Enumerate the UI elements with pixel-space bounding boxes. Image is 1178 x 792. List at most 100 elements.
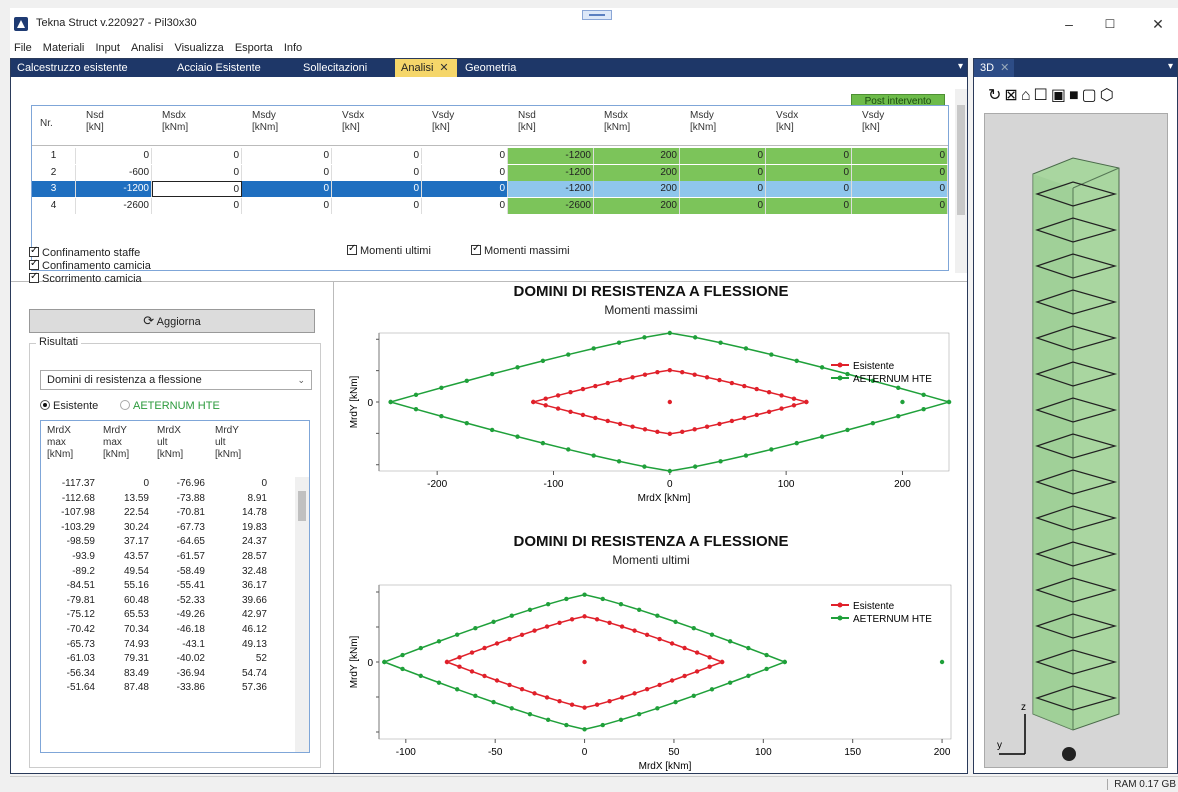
view-front-icon[interactable]: ☐ <box>1033 87 1050 104</box>
table-cell[interactable]: 0 <box>422 164 508 181</box>
table-cell[interactable]: 0 <box>766 148 852 164</box>
table-cell[interactable]: 0 <box>680 197 766 214</box>
results-row[interactable]: -112.68 13.59 -73.88 8.91 <box>41 492 293 507</box>
table-cell[interactable]: 0 <box>422 181 508 198</box>
results-row[interactable]: -93.9 43.57 -61.57 28.57 <box>41 550 293 565</box>
table-cell[interactable]: 0 <box>766 164 852 181</box>
results-row[interactable]: -56.34 83.49 -36.94 54.74 <box>41 667 293 682</box>
menu-materiali[interactable]: Materiali <box>39 40 89 54</box>
menu-file[interactable]: File <box>10 40 36 54</box>
table-row[interactable]: 1 0 0 0 0 0 -1200 200 0 0 0 <box>32 148 948 164</box>
table-cell[interactable]: 0 <box>422 197 508 214</box>
view-iso-icon[interactable]: ⊠ <box>1004 87 1020 104</box>
chk-confinamento-staffe[interactable]: Confinamento staffe <box>29 245 140 259</box>
menu-info[interactable]: Info <box>280 40 306 54</box>
table-cell[interactable]: 200 <box>594 197 680 214</box>
menu-analisi[interactable]: Analisi <box>127 40 167 54</box>
table-cell[interactable]: 0 <box>680 148 766 164</box>
view-top-icon[interactable]: ⌂ <box>1021 87 1034 104</box>
table-cell[interactable]: 0 <box>242 181 332 198</box>
results-row[interactable]: -98.59 37.17 -64.65 24.37 <box>41 535 293 550</box>
maximize-button[interactable]: ☐ <box>1101 16 1119 32</box>
table-cell[interactable]: 0 <box>152 197 242 214</box>
tab-3d[interactable]: 3D ✕ <box>974 59 1014 77</box>
table-cell[interactable]: 0 <box>242 197 332 214</box>
refresh-icon[interactable]: ↻ <box>988 87 1004 104</box>
table-cell[interactable]: 0 <box>152 164 242 181</box>
close-tab-icon[interactable]: ✕ <box>1000 62 1009 74</box>
results-row[interactable]: -61.03 79.31 -40.02 52 <box>41 652 293 667</box>
table-cell[interactable]: -2600 <box>76 197 152 214</box>
view-solid-icon[interactable]: ■ <box>1069 87 1082 104</box>
table-cell[interactable]: -1200 <box>508 148 594 164</box>
chk-momenti-massimi[interactable]: Momenti massimi <box>471 243 570 257</box>
view-wire-icon[interactable]: ▢ <box>1082 87 1100 104</box>
table-cell[interactable]: 0 <box>332 148 422 164</box>
view-side-icon[interactable]: ▣ <box>1051 87 1069 104</box>
table-cell[interactable]: 200 <box>594 181 680 198</box>
results-row[interactable]: -65.73 74.93 -43.1 49.13 <box>41 638 293 653</box>
tab-acciaio[interactable]: Acciaio Esistente <box>171 59 291 77</box>
scrollbar-thumb[interactable] <box>957 105 965 215</box>
scrollbar-thumb[interactable] <box>298 491 306 521</box>
tab-sollecitazioni[interactable]: Sollecitazioni <box>297 59 397 77</box>
chk-scorrimento-camicia[interactable]: Scorrimento camicia <box>29 271 142 285</box>
close-button[interactable]: ✕ <box>1149 16 1167 32</box>
table-cell[interactable]: 0 <box>152 181 242 198</box>
table-cell[interactable]: 200 <box>594 148 680 164</box>
minimize-button[interactable]: – <box>1060 16 1078 32</box>
results-scrollbar[interactable] <box>295 477 309 752</box>
table-cell[interactable]: 0 <box>152 148 242 164</box>
results-row[interactable]: -70.42 70.34 -46.18 46.12 <box>41 623 293 638</box>
results-row[interactable]: -75.12 65.53 -49.26 42.97 <box>41 608 293 623</box>
table-cell[interactable]: 0 <box>76 148 152 164</box>
radio-esistente[interactable]: Esistente <box>40 400 98 412</box>
table-cell[interactable]: 1 <box>32 148 76 164</box>
close-tab-icon[interactable]: ✕ <box>439 62 448 74</box>
table-cell[interactable]: -1200 <box>508 181 594 198</box>
table-cell[interactable]: 0 <box>332 164 422 181</box>
chk-momenti-ultimi[interactable]: Momenti ultimi <box>347 243 431 257</box>
table-cell[interactable]: 0 <box>422 148 508 164</box>
table-cell[interactable]: 0 <box>242 148 332 164</box>
pin-icon[interactable]: ▾ <box>958 61 963 72</box>
results-row[interactable]: -51.64 87.48 -33.86 57.36 <box>41 681 293 696</box>
table-row[interactable]: 3 -1200 0 0 0 0 -1200 200 0 0 0 <box>32 181 948 198</box>
table-cell[interactable]: 0 <box>332 181 422 198</box>
loads-table-scrollbar[interactable] <box>955 89 967 273</box>
radio-aeternum[interactable]: AETERNUM HTE <box>120 400 220 412</box>
results-row[interactable]: -89.2 49.54 -58.49 32.48 <box>41 565 293 580</box>
table-cell[interactable]: 2 <box>32 164 76 181</box>
restore-layout-icon[interactable] <box>582 10 612 20</box>
menu-esporta[interactable]: Esporta <box>231 40 277 54</box>
tab-geometria[interactable]: Geometria <box>459 59 549 77</box>
results-row[interactable]: -117.37 0 -76.96 0 <box>41 477 293 492</box>
table-cell[interactable]: 0 <box>852 164 948 181</box>
table-cell[interactable]: 0 <box>680 181 766 198</box>
table-cell[interactable]: -2600 <box>508 197 594 214</box>
table-cell[interactable]: 0 <box>852 197 948 214</box>
table-cell[interactable]: 0 <box>680 164 766 181</box>
table-cell[interactable]: 0 <box>852 148 948 164</box>
results-row[interactable]: -79.81 60.48 -52.33 39.66 <box>41 594 293 609</box>
tab-analisi[interactable]: Analisi ✕ <box>395 59 457 77</box>
table-cell[interactable]: 0 <box>852 181 948 198</box>
table-cell[interactable]: -1200 <box>76 181 152 198</box>
pin-icon[interactable]: ▾ <box>1168 61 1173 72</box>
table-row[interactable]: 2 -600 0 0 0 0 -1200 200 0 0 0 <box>32 164 948 181</box>
table-cell[interactable]: 0 <box>332 197 422 214</box>
results-combo[interactable]: Domini di resistenza a flessione ⌄ <box>40 370 312 390</box>
aggiorna-button[interactable]: ⟳ Aggiorna <box>29 309 315 333</box>
table-row[interactable]: 4 -2600 0 0 0 0 -2600 200 0 0 0 <box>32 197 948 214</box>
menu-input[interactable]: Input <box>91 40 123 54</box>
view3d-canvas[interactable]: y z <box>984 113 1168 768</box>
table-cell[interactable]: -1200 <box>508 164 594 181</box>
table-cell[interactable]: 0 <box>242 164 332 181</box>
table-cell[interactable]: 3 <box>32 181 76 198</box>
table-cell[interactable]: 0 <box>766 197 852 214</box>
table-cell[interactable]: 4 <box>32 197 76 214</box>
table-cell[interactable]: 0 <box>766 181 852 198</box>
results-row[interactable]: -103.29 30.24 -67.73 19.83 <box>41 521 293 536</box>
results-row[interactable]: -84.51 55.16 -55.41 36.17 <box>41 579 293 594</box>
menu-visualizza[interactable]: Visualizza <box>170 40 227 54</box>
